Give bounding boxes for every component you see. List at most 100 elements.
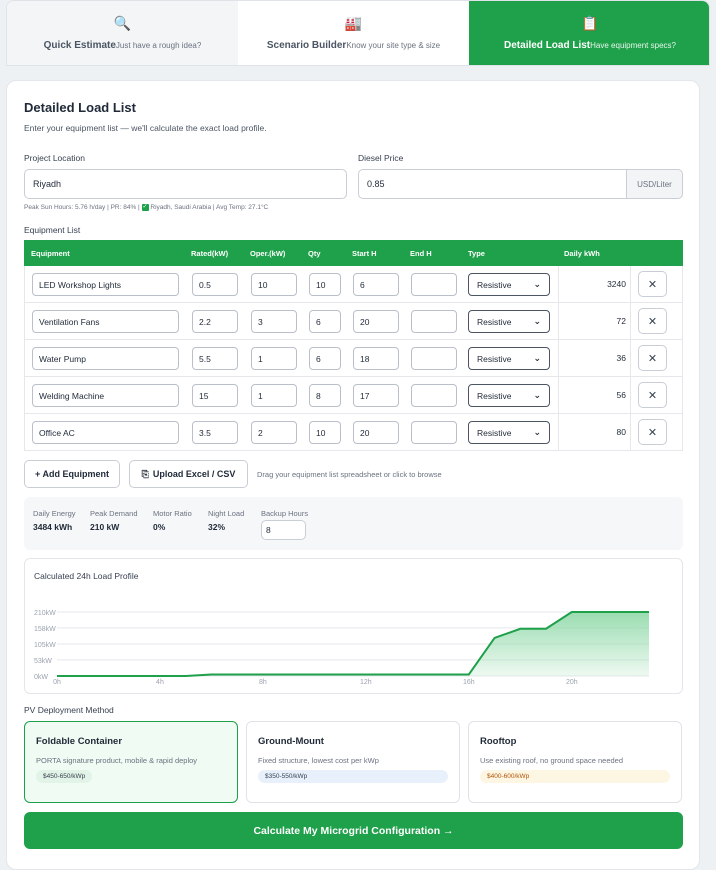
oper-input[interactable]: 1 bbox=[251, 347, 297, 370]
remove-row-button[interactable]: ✕ bbox=[638, 382, 667, 408]
tab-scenario-builder[interactable]: 🏭 Scenario BuilderKnow your site type & … bbox=[238, 1, 469, 65]
y-tick-label: 0kW bbox=[34, 674, 48, 681]
stat-value: 3484 kWh bbox=[33, 522, 73, 532]
qty-input[interactable]: 6 bbox=[309, 347, 341, 370]
remove-row-button[interactable]: ✕ bbox=[638, 271, 667, 297]
end-hour-input[interactable] bbox=[411, 384, 457, 407]
divider bbox=[630, 266, 631, 302]
equipment-name-input[interactable]: LED Workshop Lights bbox=[32, 273, 179, 296]
location-label: Project Location bbox=[24, 153, 85, 163]
rated-input[interactable]: 3.5 bbox=[192, 421, 238, 444]
location-input[interactable]: Riyadh bbox=[24, 169, 347, 199]
pv-price-pill: $450-650/kWp bbox=[36, 770, 93, 783]
end-hour-input[interactable] bbox=[411, 347, 457, 370]
remove-row-button[interactable]: ✕ bbox=[638, 308, 667, 334]
pv-price-pill: $400-600/kWp bbox=[480, 770, 670, 783]
mode-tabs: 🔍 Quick EstimateJust have a rough idea? … bbox=[6, 0, 710, 66]
rated-input[interactable]: 0.5 bbox=[192, 273, 238, 296]
stat-daily-energy: Daily Energy 3484 kWh bbox=[33, 509, 76, 532]
chevron-down-icon: ⌄ bbox=[533, 316, 541, 326]
pv-option-title: Ground-Mount bbox=[258, 736, 324, 747]
start-hour-input[interactable]: 18 bbox=[353, 347, 399, 370]
stat-label: Motor Ratio bbox=[153, 509, 192, 518]
x-tick-label: 0h bbox=[53, 679, 61, 686]
divider bbox=[558, 303, 559, 339]
end-hour-input[interactable] bbox=[411, 310, 457, 333]
pv-option-rooftop[interactable]: Rooftop Use existing roof, no ground spa… bbox=[468, 721, 682, 803]
pv-option-title: Rooftop bbox=[480, 736, 517, 747]
end-hour-input[interactable] bbox=[411, 273, 457, 296]
oper-input[interactable]: 10 bbox=[251, 273, 297, 296]
rated-input[interactable]: 15 bbox=[192, 384, 238, 407]
col-qty: Qty bbox=[308, 249, 321, 258]
daily-kwh: 72 bbox=[616, 316, 626, 326]
page-subtitle: Enter your equipment list — we'll calcul… bbox=[24, 123, 267, 133]
divider bbox=[558, 266, 559, 302]
backup-hours-input[interactable]: 8 bbox=[261, 520, 306, 540]
start-hour-input[interactable]: 17 bbox=[353, 384, 399, 407]
table-row: Water Pump 5.5 1 6 18 Resistive ⌄ 36 ✕ bbox=[24, 340, 683, 377]
qty-input[interactable]: 10 bbox=[309, 421, 341, 444]
start-hour-input[interactable]: 6 bbox=[353, 273, 399, 296]
pv-option-ground-mount[interactable]: Ground-Mount Fixed structure, lowest cos… bbox=[246, 721, 460, 803]
type-select[interactable]: Resistive ⌄ bbox=[468, 384, 550, 407]
upload-hint: Drag your equipment list spreadsheet or … bbox=[257, 470, 442, 479]
divider bbox=[558, 340, 559, 376]
tab-label: Quick Estimate bbox=[43, 39, 116, 51]
pv-option-foldable[interactable]: Foldable Container PORTA signature produ… bbox=[24, 721, 238, 803]
table-row: LED Workshop Lights 0.5 10 10 6 Resistiv… bbox=[24, 266, 683, 303]
type-value: Resistive bbox=[477, 279, 512, 290]
equipment-table-header: Equipment Rated(kW) Oper.(kW) Qty Start … bbox=[24, 240, 683, 266]
col-type: Type bbox=[468, 249, 485, 258]
daily-kwh: 3240 bbox=[607, 279, 626, 289]
qty-input[interactable]: 10 bbox=[309, 273, 341, 296]
tab-sublabel: Have equipment specs? bbox=[590, 40, 676, 50]
stat-label: Night Load bbox=[208, 509, 245, 518]
equipment-name-input[interactable]: Ventilation Fans bbox=[32, 310, 179, 333]
table-row: Office AC 3.5 2 10 20 Resistive ⌄ 80 ✕ bbox=[24, 414, 683, 451]
chevron-down-icon: ⌄ bbox=[533, 279, 541, 289]
rated-input[interactable]: 2.2 bbox=[192, 310, 238, 333]
end-hour-input[interactable] bbox=[411, 421, 457, 444]
stat-value: 32% bbox=[208, 522, 226, 532]
type-select[interactable]: Resistive ⌄ bbox=[468, 347, 550, 370]
equipment-name-input[interactable]: Water Pump bbox=[32, 347, 179, 370]
clipboard-icon: 📋 bbox=[581, 14, 599, 31]
divider bbox=[558, 377, 559, 413]
rated-input[interactable]: 5.5 bbox=[192, 347, 238, 370]
start-hour-input[interactable]: 20 bbox=[353, 421, 399, 444]
col-equipment: Equipment bbox=[31, 249, 70, 258]
upload-label: Upload Excel / CSV bbox=[152, 469, 236, 479]
col-end: End H bbox=[410, 249, 432, 258]
type-select[interactable]: Resistive ⌄ bbox=[468, 310, 550, 333]
tab-sublabel: Know your site type & size bbox=[346, 40, 441, 50]
tab-quick-estimate[interactable]: 🔍 Quick EstimateJust have a rough idea? bbox=[7, 1, 238, 65]
equipment-name-input[interactable]: Office AC bbox=[32, 421, 179, 444]
y-tick-label: 53kW bbox=[34, 658, 52, 665]
start-hour-input[interactable]: 20 bbox=[353, 310, 399, 333]
chevron-down-icon: ⌄ bbox=[533, 353, 541, 363]
x-tick-label: 8h bbox=[259, 679, 267, 686]
calculate-button[interactable]: Calculate My Microgrid Configuration → bbox=[24, 812, 683, 849]
add-equipment-button[interactable]: + Add Equipment bbox=[24, 460, 120, 488]
diesel-price-input[interactable]: 0.85 bbox=[358, 169, 627, 199]
stat-value: 210 kW bbox=[90, 522, 120, 532]
oper-input[interactable]: 2 bbox=[251, 421, 297, 444]
remove-row-button[interactable]: ✕ bbox=[638, 419, 667, 445]
daily-kwh: 56 bbox=[616, 390, 626, 400]
close-icon: ✕ bbox=[647, 389, 658, 402]
close-icon: ✕ bbox=[647, 426, 658, 439]
oper-input[interactable]: 1 bbox=[251, 384, 297, 407]
type-select[interactable]: Resistive ⌄ bbox=[468, 273, 550, 296]
qty-input[interactable]: 6 bbox=[309, 310, 341, 333]
pv-section-label: PV Deployment Method bbox=[24, 705, 114, 715]
load-profile-chart: Calculated 24h Load Profile 0kW 53kW 105kW… bbox=[24, 558, 683, 694]
tab-detailed-load-list[interactable]: 📋 Detailed Load ListHave equipment specs… bbox=[469, 1, 709, 65]
equipment-section-label: Equipment List bbox=[24, 225, 81, 235]
remove-row-button[interactable]: ✕ bbox=[638, 345, 667, 371]
type-select[interactable]: Resistive ⌄ bbox=[468, 421, 550, 444]
upload-csv-button[interactable]: ⎘ Upload Excel / CSV bbox=[129, 460, 248, 488]
oper-input[interactable]: 3 bbox=[251, 310, 297, 333]
equipment-name-input[interactable]: Welding Machine bbox=[32, 384, 179, 407]
qty-input[interactable]: 8 bbox=[309, 384, 341, 407]
